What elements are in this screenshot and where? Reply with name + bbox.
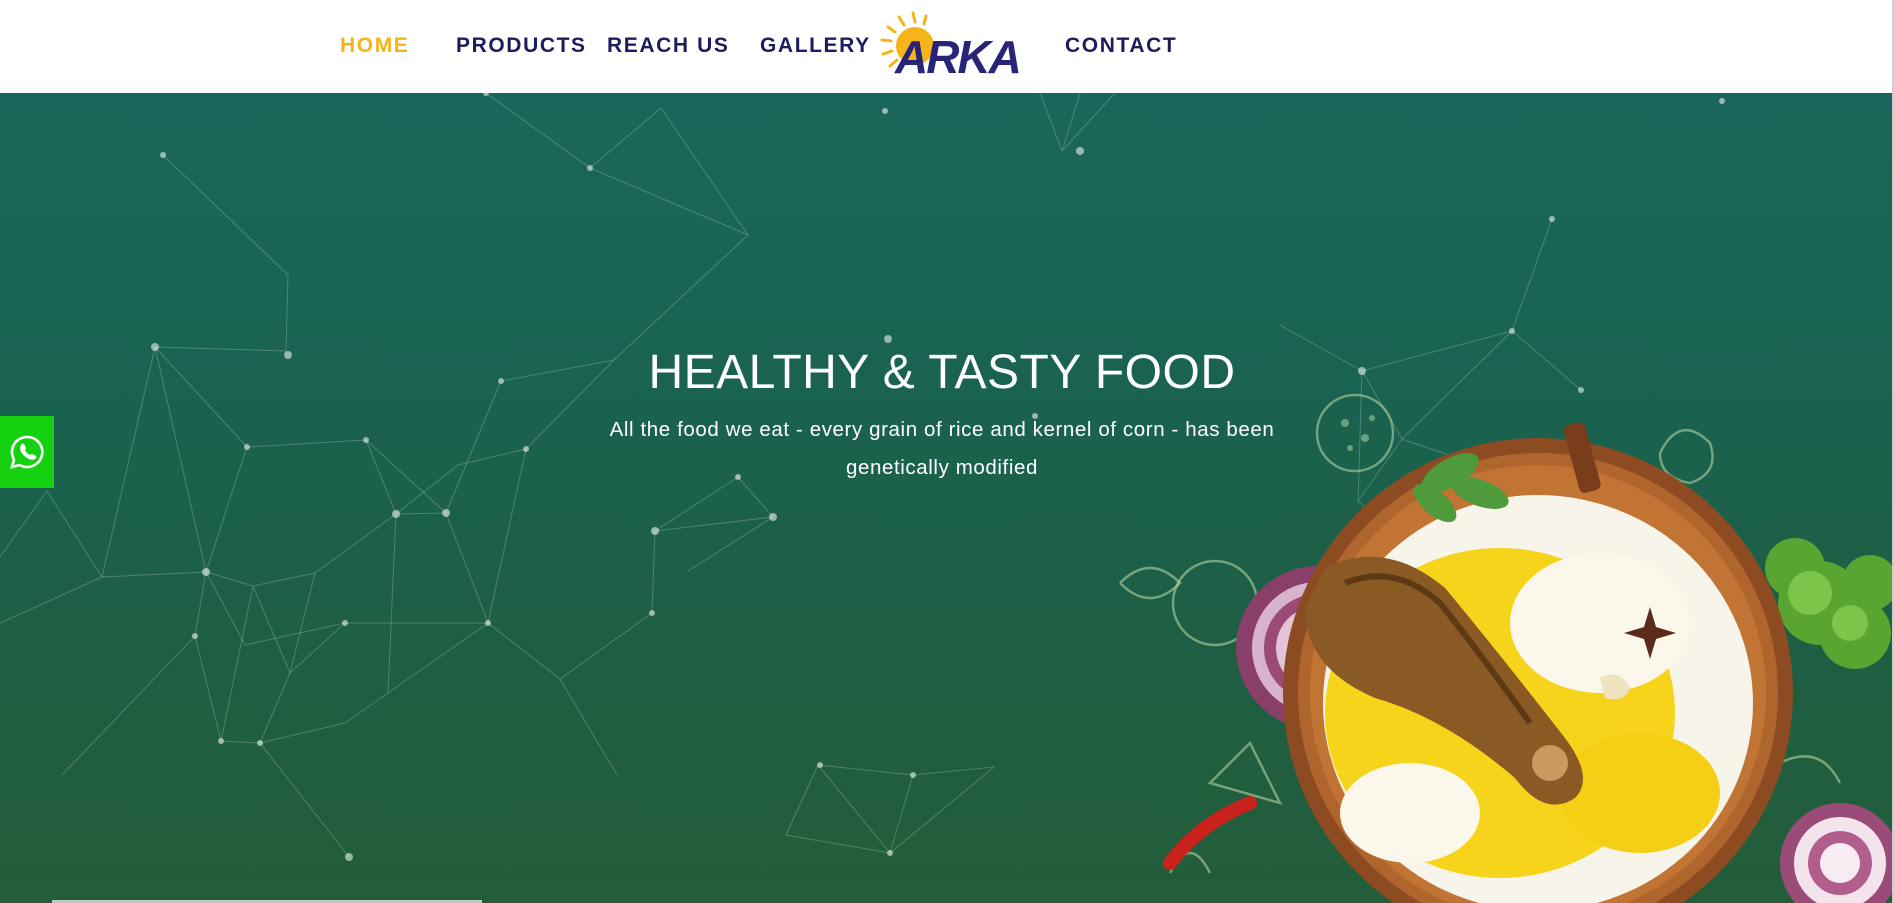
whatsapp-button[interactable] [0, 416, 54, 488]
nav-home-link[interactable]: HOME [340, 34, 409, 58]
biryani-plate-image [1119, 393, 1892, 903]
hero-banner: HEALTHY & TASTY FOOD All the food we eat… [0, 93, 1892, 903]
nav-contact-link[interactable]: CONTACT [1065, 34, 1177, 58]
top-navigation-bar: HOME PRODUCTS REACH US GALLERY ARKA CONT… [0, 0, 1894, 93]
nav-products-link[interactable]: PRODUCTS [456, 34, 587, 58]
whatsapp-icon [10, 435, 44, 469]
nav-reach-us-link[interactable]: REACH US [607, 34, 729, 58]
hero-heading: HEALTHY & TASTY FOOD [648, 346, 1236, 399]
logo-wordmark: ARKA [894, 31, 1020, 76]
nav-gallery-link[interactable]: GALLERY [760, 34, 871, 58]
arka-logo[interactable]: ARKA [873, 10, 1033, 76]
